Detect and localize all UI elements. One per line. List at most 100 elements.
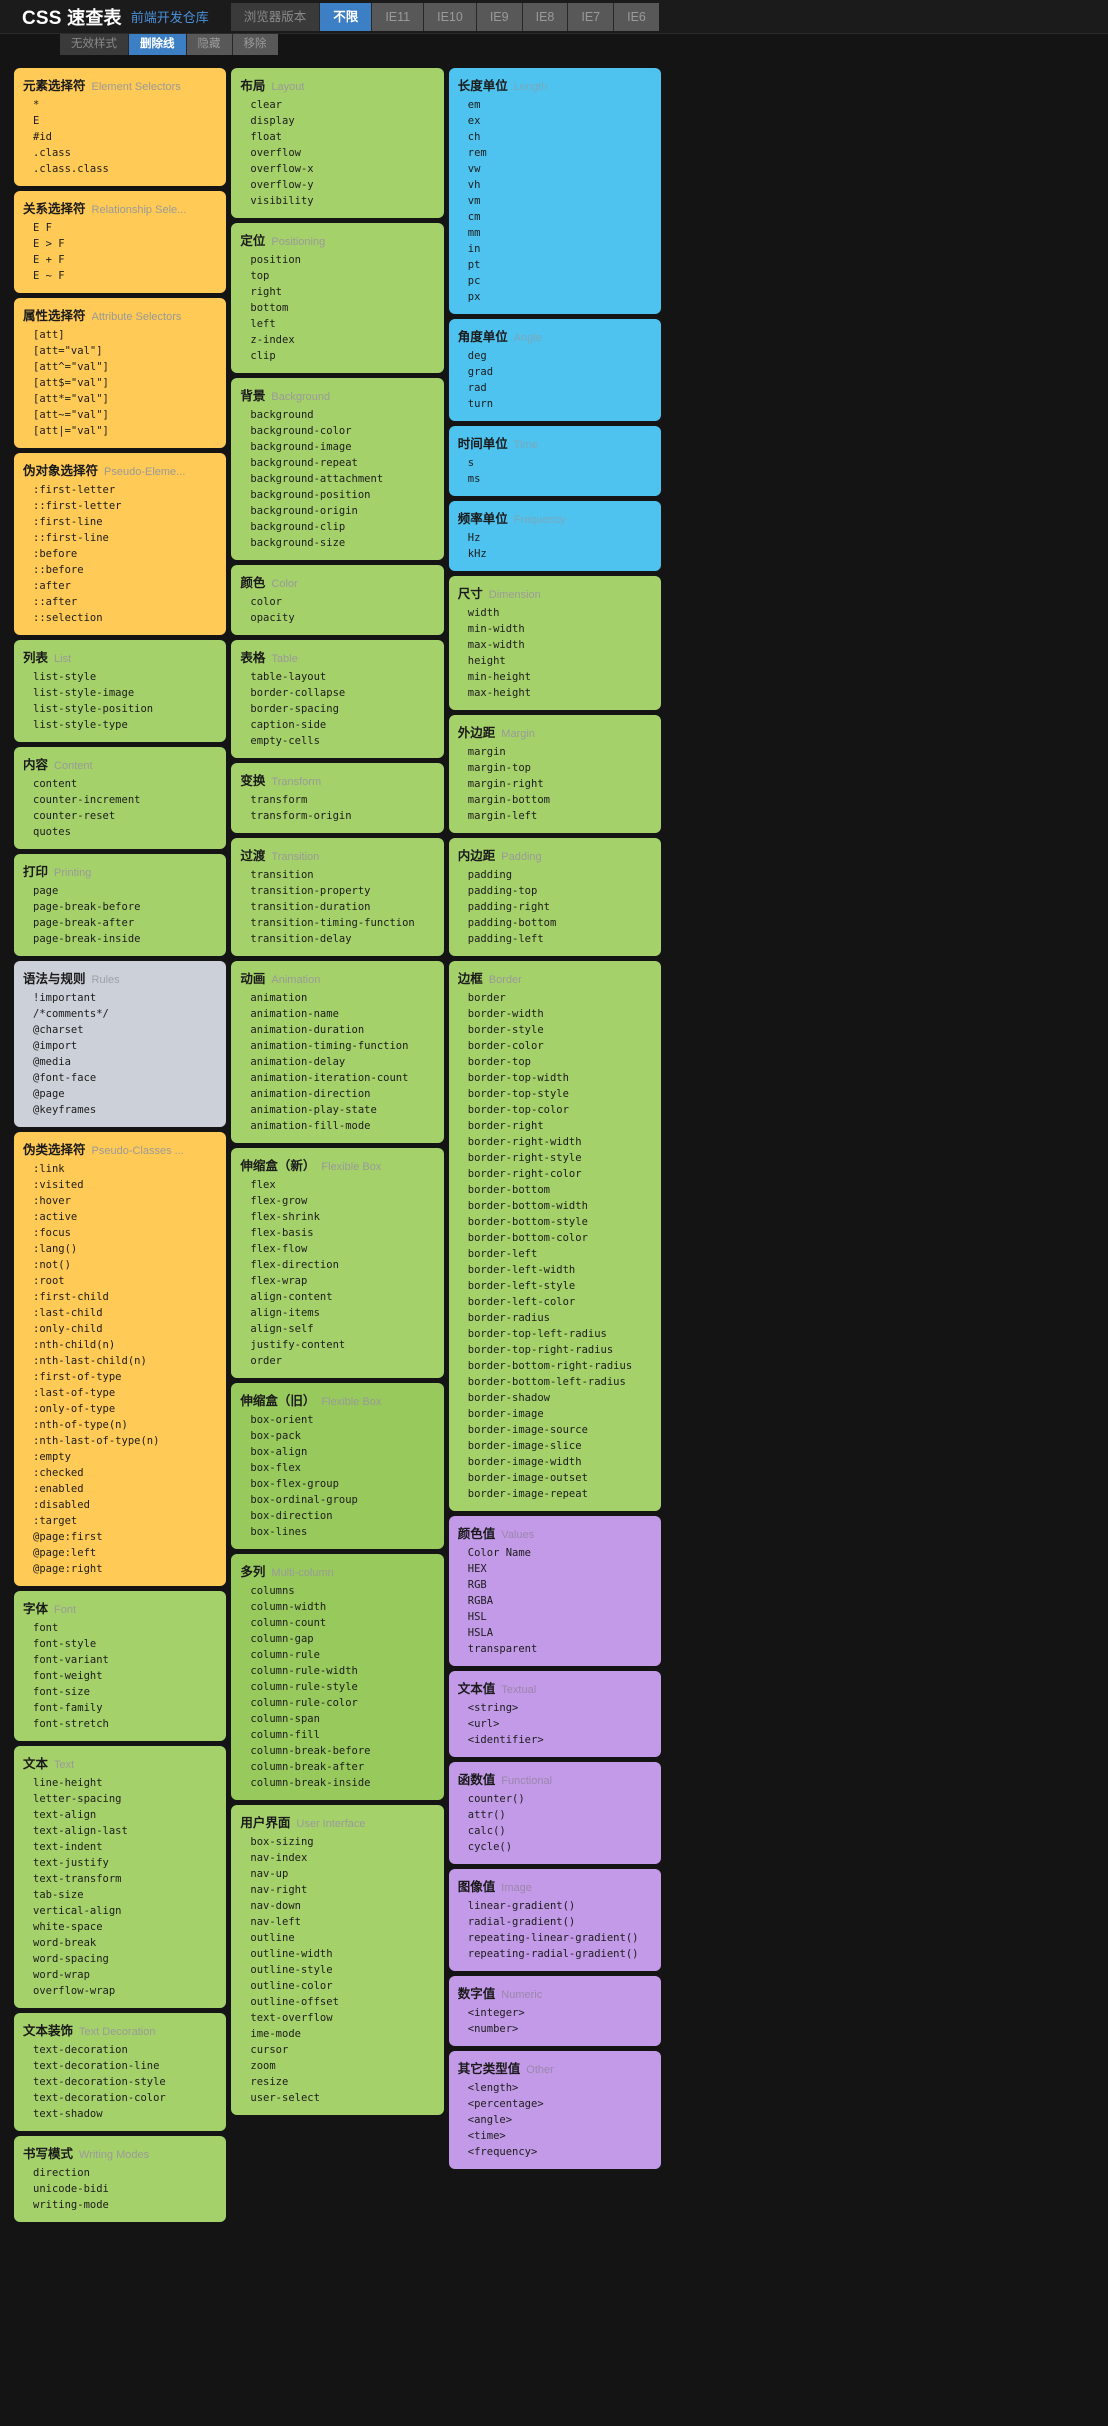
property-item[interactable]: HEX (458, 1561, 652, 1577)
property-item[interactable]: px (458, 289, 652, 305)
browser-option-ie7[interactable]: IE7 (568, 2, 615, 31)
property-item[interactable]: :only-of-type (23, 1401, 217, 1417)
property-item[interactable]: @page:left (23, 1545, 217, 1561)
property-item[interactable]: padding-top (458, 883, 652, 899)
property-item[interactable]: calc() (458, 1823, 652, 1839)
property-item[interactable]: background-position (240, 487, 434, 503)
property-item[interactable]: column-rule-width (240, 1663, 434, 1679)
property-item[interactable]: justify-content (240, 1337, 434, 1353)
property-item[interactable]: s (458, 455, 652, 471)
property-item[interactable]: column-fill (240, 1727, 434, 1743)
property-item[interactable]: text-overflow (240, 2010, 434, 2026)
property-item[interactable]: [att|="val"] (23, 423, 217, 439)
property-item[interactable]: text-shadow (23, 2106, 217, 2122)
property-item[interactable]: tab-size (23, 1887, 217, 1903)
style-option-remove[interactable]: 移除 (232, 34, 278, 55)
property-item[interactable]: box-ordinal-group (240, 1492, 434, 1508)
property-item[interactable]: border-left-width (458, 1262, 652, 1278)
property-item[interactable]: <identifier> (458, 1732, 652, 1748)
property-item[interactable]: word-break (23, 1935, 217, 1951)
property-item[interactable]: :first-child (23, 1289, 217, 1305)
property-item[interactable]: :enabled (23, 1481, 217, 1497)
property-item[interactable]: <frequency> (458, 2144, 652, 2160)
property-item[interactable]: :first-of-type (23, 1369, 217, 1385)
property-item[interactable]: border-bottom-left-radius (458, 1374, 652, 1390)
browser-option-ie9[interactable]: IE9 (476, 2, 523, 31)
property-item[interactable]: border-spacing (240, 701, 434, 717)
property-item[interactable]: attr() (458, 1807, 652, 1823)
property-item[interactable]: ch (458, 129, 652, 145)
property-item[interactable]: page-break-after (23, 915, 217, 931)
property-item[interactable]: outline-width (240, 1946, 434, 1962)
property-item[interactable]: left (240, 316, 434, 332)
property-item[interactable]: animation-timing-function (240, 1038, 434, 1054)
property-item[interactable]: page-break-inside (23, 931, 217, 947)
property-item[interactable]: E F (23, 220, 217, 236)
property-item[interactable]: nav-up (240, 1866, 434, 1882)
property-item[interactable]: list-style-image (23, 685, 217, 701)
property-item[interactable]: height (458, 653, 652, 669)
property-item[interactable]: border-style (458, 1022, 652, 1038)
property-item[interactable]: max-width (458, 637, 652, 653)
property-item[interactable]: right (240, 284, 434, 300)
property-item[interactable]: grad (458, 364, 652, 380)
property-item[interactable]: list-style-position (23, 701, 217, 717)
property-item[interactable]: border-top-left-radius (458, 1326, 652, 1342)
property-item[interactable]: box-lines (240, 1524, 434, 1540)
property-item[interactable]: margin-top (458, 760, 652, 776)
property-item[interactable]: flex (240, 1177, 434, 1193)
property-item[interactable]: :nth-child(n) (23, 1337, 217, 1353)
property-item[interactable]: border-top-width (458, 1070, 652, 1086)
property-item[interactable]: border-image-slice (458, 1438, 652, 1454)
property-item[interactable]: cursor (240, 2042, 434, 2058)
property-item[interactable]: in (458, 241, 652, 257)
property-item[interactable]: :visited (23, 1177, 217, 1193)
property-item[interactable]: white-space (23, 1919, 217, 1935)
property-item[interactable]: [att*="val"] (23, 391, 217, 407)
property-item[interactable]: linear-gradient() (458, 1898, 652, 1914)
property-item[interactable]: font-family (23, 1700, 217, 1716)
property-item[interactable]: rem (458, 145, 652, 161)
property-item[interactable]: repeating-linear-gradient() (458, 1930, 652, 1946)
property-item[interactable]: font-size (23, 1684, 217, 1700)
property-item[interactable]: user-select (240, 2090, 434, 2106)
property-item[interactable]: flex-basis (240, 1225, 434, 1241)
property-item[interactable]: [att$="val"] (23, 375, 217, 391)
property-item[interactable]: flex-wrap (240, 1273, 434, 1289)
property-item[interactable]: border-color (458, 1038, 652, 1054)
property-item[interactable]: background-color (240, 423, 434, 439)
property-item[interactable]: .class (23, 145, 217, 161)
property-item[interactable]: border-right-style (458, 1150, 652, 1166)
property-item[interactable]: <time> (458, 2128, 652, 2144)
property-item[interactable]: nav-left (240, 1914, 434, 1930)
property-item[interactable]: HSL (458, 1609, 652, 1625)
property-item[interactable]: :target (23, 1513, 217, 1529)
property-item[interactable]: box-pack (240, 1428, 434, 1444)
property-item[interactable]: writing-mode (23, 2197, 217, 2213)
property-item[interactable]: overflow-y (240, 177, 434, 193)
property-item[interactable]: width (458, 605, 652, 621)
property-item[interactable]: border-image-repeat (458, 1486, 652, 1502)
property-item[interactable]: margin-right (458, 776, 652, 792)
property-item[interactable]: RGB (458, 1577, 652, 1593)
property-item[interactable]: pc (458, 273, 652, 289)
property-item[interactable]: nav-index (240, 1850, 434, 1866)
property-item[interactable]: border-bottom (458, 1182, 652, 1198)
property-item[interactable]: :nth-of-type(n) (23, 1417, 217, 1433)
property-item[interactable]: :not() (23, 1257, 217, 1273)
property-item[interactable]: align-self (240, 1321, 434, 1337)
property-item[interactable]: flex-direction (240, 1257, 434, 1273)
property-item[interactable]: counter-increment (23, 792, 217, 808)
property-item[interactable]: box-align (240, 1444, 434, 1460)
property-item[interactable]: color (240, 594, 434, 610)
property-item[interactable]: caption-side (240, 717, 434, 733)
property-item[interactable]: list-style-type (23, 717, 217, 733)
property-item[interactable]: em (458, 97, 652, 113)
property-item[interactable]: clip (240, 348, 434, 364)
property-item[interactable]: outline-style (240, 1962, 434, 1978)
property-item[interactable]: E (23, 113, 217, 129)
property-item[interactable]: border-top-color (458, 1102, 652, 1118)
property-item[interactable]: transition-duration (240, 899, 434, 915)
property-item[interactable]: Hz (458, 530, 652, 546)
property-item[interactable]: align-content (240, 1289, 434, 1305)
